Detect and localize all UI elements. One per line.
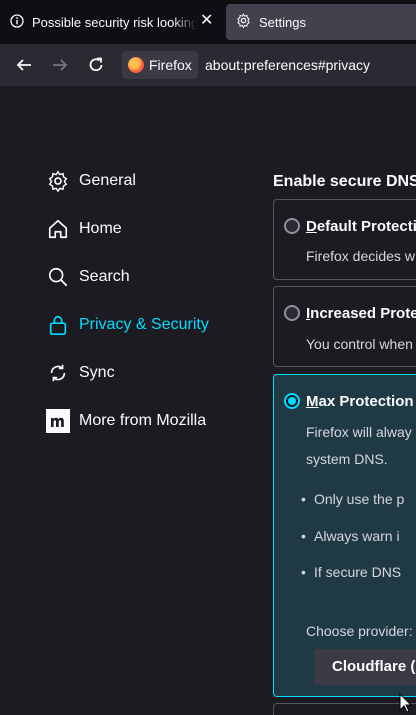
back-button[interactable] [14, 55, 34, 75]
option-desc: You control when [306, 336, 413, 352]
dns-option-increased[interactable]: Increased Protect You control when [273, 286, 416, 367]
sidebar-item-label: Privacy & Security [79, 316, 209, 333]
provider-select[interactable]: Cloudflare (D [314, 649, 416, 685]
choose-provider-label: Choose provider: [306, 623, 413, 639]
gear-icon [46, 169, 70, 193]
home-icon [46, 217, 70, 241]
dns-option-max[interactable]: Max Protection Firefox will alway system… [273, 374, 416, 697]
sidebar-item-label: More from Mozilla [79, 412, 207, 429]
tab-title: Settings [259, 14, 306, 30]
option-label: Increased Protect [306, 305, 416, 322]
option-desc-line1: Firefox will alway [306, 424, 412, 440]
section-title: Enable secure DNS [273, 173, 416, 190]
sidebar-item-label: General [79, 172, 136, 189]
radio-default[interactable] [284, 218, 300, 234]
identity-label: Firefox [149, 57, 192, 73]
reload-icon [89, 57, 103, 72]
list-item: Only use the p [301, 491, 404, 507]
info-icon [10, 13, 24, 31]
sync-icon [46, 361, 70, 385]
sidebar-item-sync[interactable]: Sync [46, 358, 266, 388]
list-item: If secure DNS [301, 564, 401, 580]
option-label: Max Protection [306, 393, 414, 410]
forward-button[interactable] [50, 55, 70, 75]
close-icon[interactable]: ✕ [200, 13, 213, 29]
sidebar-item-more-from-mozilla[interactable]: More from Mozilla [46, 406, 266, 436]
sidebar-item-label: Sync [79, 364, 115, 381]
option-desc-line2: system DNS. [306, 451, 388, 467]
option-label: Default Protection [306, 218, 416, 235]
mouse-cursor-icon [399, 693, 412, 713]
arrow-right-icon [53, 59, 68, 71]
sidebar-item-general[interactable]: General [46, 166, 266, 196]
tab-title: Possible security risk looking up [32, 14, 197, 30]
radio-increased[interactable] [284, 305, 300, 321]
url-input[interactable]: about:preferences#privacy [205, 57, 370, 73]
firefox-logo-icon [128, 57, 144, 73]
tab-bar: Possible security risk looking up ✕ Sett… [0, 0, 416, 44]
sidebar-item-home[interactable]: Home [46, 214, 266, 244]
list-item: Always warn i [301, 528, 400, 544]
reload-button[interactable] [86, 55, 106, 75]
preferences-content: General Home Search Privacy & Security S… [0, 86, 416, 715]
navigation-toolbar: Firefox about:preferences#privacy [0, 44, 416, 86]
sidebar-item-label: Home [79, 220, 122, 237]
lock-icon [46, 313, 70, 337]
sidebar-item-label: Search [79, 268, 130, 285]
search-icon [46, 265, 70, 289]
sidebar-item-privacy[interactable]: Privacy & Security [46, 310, 266, 340]
tab-security-risk[interactable]: Possible security risk looking up ✕ [0, 4, 222, 40]
dns-option-off[interactable] [273, 703, 416, 715]
dns-option-default[interactable]: Default Protection Firefox decides w [273, 199, 416, 280]
arrow-left-icon [16, 59, 31, 71]
option-desc: Firefox decides w [306, 248, 415, 264]
identity-box[interactable]: Firefox [122, 51, 198, 79]
radio-max[interactable] [284, 393, 300, 409]
gear-icon [236, 13, 251, 31]
mozilla-icon [46, 409, 70, 433]
tab-settings[interactable]: Settings [226, 4, 416, 40]
sidebar-item-search[interactable]: Search [46, 262, 266, 292]
